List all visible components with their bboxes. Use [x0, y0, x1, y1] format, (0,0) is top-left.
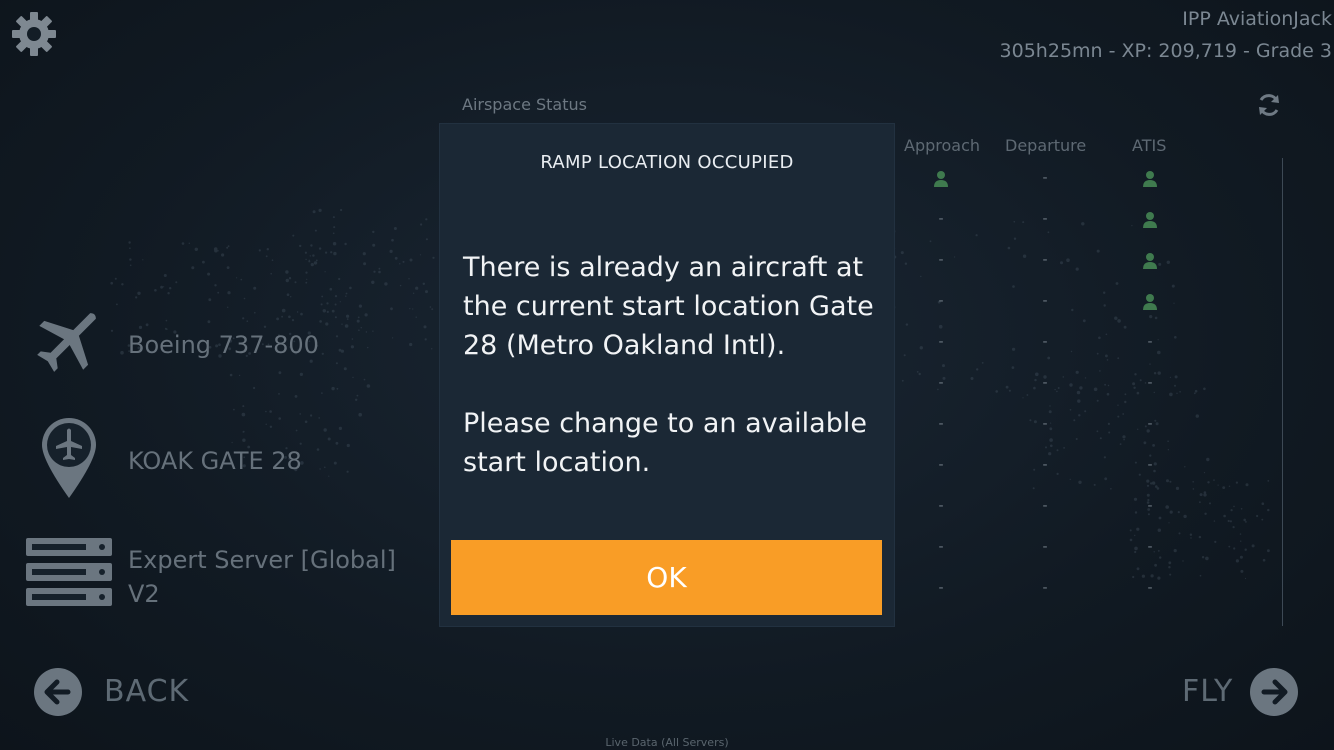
- column-header-approach: Approach: [904, 136, 981, 155]
- table-cell-departure: -: [1042, 252, 1048, 268]
- table-cell-approach: -: [938, 539, 944, 555]
- table-cell-departure: -: [1042, 375, 1048, 391]
- table-cell-approach: -: [938, 293, 944, 309]
- column-header-departure: Departure: [1005, 136, 1087, 155]
- table-cell-atis: -: [1147, 539, 1153, 555]
- arrow-left-circle-icon[interactable]: [34, 668, 82, 716]
- table-cell-approach: -: [938, 580, 944, 596]
- controller-person-icon: [1143, 253, 1157, 269]
- controller-person-icon: [1143, 171, 1157, 187]
- table-cell-atis: -: [1147, 457, 1153, 473]
- server-label[interactable]: Expert Server [Global] V2: [128, 543, 396, 611]
- scrollbar-track[interactable]: [1282, 158, 1283, 626]
- dialog-paragraph-2: Please change to an available start loca…: [463, 408, 867, 478]
- location-label[interactable]: KOAK GATE 28: [128, 444, 302, 478]
- table-cell-departure: -: [1042, 334, 1048, 350]
- table-cell-approach: -: [938, 498, 944, 514]
- table-cell-approach: -: [938, 252, 944, 268]
- controller-person-icon: [1143, 294, 1157, 310]
- gear-icon[interactable]: [10, 10, 58, 58]
- dialog-title: RAMP LOCATION OCCUPIED: [540, 152, 794, 173]
- table-cell-approach: -: [938, 457, 944, 473]
- table-cell-departure: -: [1042, 498, 1048, 514]
- table-cell-atis: -: [1147, 334, 1153, 350]
- footer-note: Live Data (All Servers): [605, 736, 729, 749]
- column-header-atis: ATIS: [1132, 136, 1167, 155]
- server-version: V2: [128, 580, 160, 608]
- table-cell-atis: -: [1147, 498, 1153, 514]
- arrow-right-circle-icon[interactable]: [1250, 668, 1298, 716]
- dialog-message: There is already an aircraft at the curr…: [463, 248, 883, 482]
- server-icon: [26, 538, 112, 606]
- table-cell-departure: -: [1042, 211, 1048, 227]
- airplane-icon: [37, 313, 96, 372]
- dialog-paragraph-1: There is already an aircraft at the curr…: [463, 252, 874, 361]
- table-cell-atis: -: [1147, 416, 1153, 432]
- table-cell-approach: -: [938, 416, 944, 432]
- refresh-icon[interactable]: [1256, 92, 1282, 118]
- table-cell-approach: -: [938, 375, 944, 391]
- user-stats: 305h25mn - XP: 209,719 - Grade 3: [999, 40, 1332, 62]
- controller-person-icon: [934, 171, 948, 187]
- ok-button[interactable]: OK: [451, 540, 882, 615]
- table-cell-departure: -: [1042, 539, 1048, 555]
- airspace-status-title: Airspace Status: [462, 95, 587, 114]
- map-pin-airplane-icon: [42, 418, 96, 498]
- user-name: IPP AviationJack: [1182, 8, 1332, 30]
- aircraft-label[interactable]: Boeing 737-800: [128, 328, 319, 362]
- table-cell-atis: -: [1147, 375, 1153, 391]
- table-cell-atis: -: [1147, 580, 1153, 596]
- table-cell-departure: -: [1042, 580, 1048, 596]
- back-button[interactable]: BACK: [104, 674, 189, 709]
- fly-button[interactable]: FLY: [1182, 674, 1233, 709]
- table-cell-departure: -: [1042, 457, 1048, 473]
- table-cell-departure: -: [1042, 416, 1048, 432]
- table-cell-departure: -: [1042, 170, 1048, 186]
- table-cell-approach: -: [938, 334, 944, 350]
- server-name: Expert Server [Global]: [128, 546, 396, 574]
- table-cell-approach: -: [938, 211, 944, 227]
- table-cell-departure: -: [1042, 293, 1048, 309]
- ramp-occupied-dialog: RAMP LOCATION OCCUPIED There is already …: [440, 124, 894, 626]
- controller-person-icon: [1143, 212, 1157, 228]
